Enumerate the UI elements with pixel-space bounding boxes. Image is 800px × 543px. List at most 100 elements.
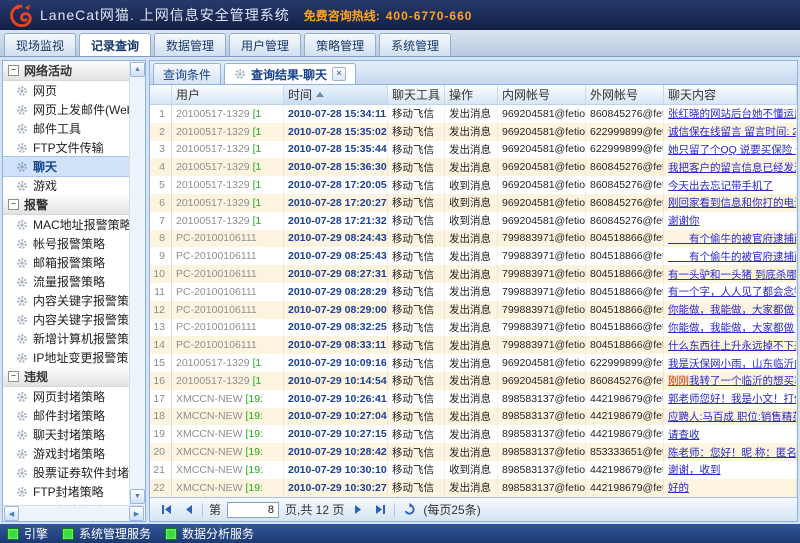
close-icon[interactable]: × [332, 67, 346, 81]
chat-content-link[interactable]: 什么东西往上升永远掉不下来？ 年龄 [668, 338, 797, 353]
chat-content-link[interactable]: 我把客户的留言信息已经发过去给她了 [668, 160, 797, 175]
collapse-icon[interactable]: − [8, 199, 19, 210]
chat-content-link[interactable]: 诚信保在线留言 留言时间: 2010-7-28 10:50:0 [668, 124, 797, 139]
last-page-button[interactable] [372, 502, 388, 518]
chat-content-link[interactable]: 今天出去忘记带手机了 [668, 178, 773, 193]
sidebar-item[interactable]: 流量报警策略 [3, 272, 129, 291]
sidebar-item[interactable]: 网页上发邮件(Web Mai [3, 100, 129, 119]
nav-tab[interactable]: 记录查询 [79, 33, 151, 56]
column-header-internal-account[interactable]: 内网帐号 [498, 85, 586, 104]
chat-content-cell[interactable]: 请查收 [664, 425, 797, 443]
table-row[interactable]: 21 XMCCN-NEW[19: 2010-07-29 10:30:10 移动飞… [150, 461, 797, 479]
next-page-button[interactable] [350, 502, 366, 518]
chat-content-cell[interactable]: 我是沃保网小雨，山东临沂的 某先生1386497 [664, 354, 797, 372]
sidebar-item[interactable]: 内容关键字报警策略.网 [3, 291, 129, 310]
chat-content-cell[interactable]: 刚刚我转了一个临沂的想买车险的客户给张红 [664, 372, 797, 390]
chat-content-link[interactable]: 我是沃保网小雨，山东临沂的 某先生1386497 [668, 356, 797, 371]
tab-query-conditions[interactable]: 查询条件 [153, 63, 221, 84]
table-row[interactable]: 8 PC-20100106111 2010-07-29 08:24:43 移动飞… [150, 230, 797, 248]
chat-content-cell[interactable]: 有个偷牛的被官府逮捕而上了枷锁。熟人! [664, 230, 797, 248]
table-row[interactable]: 4 20100517-1329[1 2010-07-28 15:36:30 移动… [150, 158, 797, 176]
chat-content-cell[interactable]: 她只留了个QQ 说要买保险 但是具体的您回去! [664, 141, 797, 159]
sidebar-item[interactable]: 聊天封堵策略 [3, 425, 129, 444]
table-row[interactable]: 10 PC-20100106111 2010-07-29 08:27:31 移动… [150, 265, 797, 283]
sidebar-item[interactable]: 聊天 [3, 157, 129, 176]
table-row[interactable]: 16 20100517-1329[1 2010-07-29 10:14:54 移… [150, 372, 797, 390]
page-number-input[interactable] [227, 502, 279, 518]
sidebar-item[interactable]: 游戏 [3, 176, 129, 195]
chat-content-cell[interactable]: 刚回家看到信息和你打的电话 [664, 194, 797, 212]
scroll-up-icon[interactable]: ▲ [130, 62, 145, 77]
chat-content-link[interactable]: 郭老师您好！我是小文！打你电话没有接，有 [668, 391, 797, 406]
column-header-chat-tool[interactable]: 聊天工具 [388, 85, 445, 104]
table-row[interactable]: 7 20100517-1329[1 2010-07-28 17:21:32 移动… [150, 212, 797, 230]
refresh-button[interactable] [401, 502, 417, 518]
column-header-chat-content[interactable]: 聊天内容 [664, 85, 797, 104]
chat-content-link[interactable]: 有一头驴和一头猪 到底杀哪一头？ 答案：杀猪 [668, 267, 797, 282]
table-row[interactable]: 12 PC-20100106111 2010-07-29 08:29:00 移动… [150, 301, 797, 319]
table-row[interactable]: 19 XMCCN-NEW[19: 2010-07-29 10:27:15 移动飞… [150, 425, 797, 443]
column-header-external-account[interactable]: 外网帐号 [586, 85, 664, 104]
sidebar-item[interactable]: FTP封堵策略 [3, 482, 129, 501]
chat-content-cell[interactable]: 有个偷牛的被官府逮捕而上了枷锁。熟人! [664, 247, 797, 265]
chat-content-cell[interactable]: 诚信保在线留言 留言时间: 2010-7-28 10:50:0 [664, 123, 797, 141]
chat-content-cell[interactable]: 张红晓的网站后台她不懂运用 这个您有空记得 [664, 105, 797, 123]
sidebar-item[interactable]: 帐号报警策略 [3, 234, 129, 253]
chat-content-cell[interactable]: 你能做，我能做，大家都做；一个人能做，两 [664, 319, 797, 337]
table-row[interactable]: 20 XMCCN-NEW[19: 2010-07-29 10:28:42 移动飞… [150, 443, 797, 461]
chat-content-cell[interactable]: 有一头驴和一头猪 到底杀哪一头？ 答案：杀猪 [664, 265, 797, 283]
chat-content-cell[interactable]: 应聘人:马百成 职位:销售精英 年龄:24 性别(0男 [664, 408, 797, 426]
scroll-down-icon[interactable]: ▼ [130, 489, 145, 504]
sidebar-item[interactable]: 股票证券软件封堵策略 [3, 463, 129, 482]
nav-tab[interactable]: 用户管理 [229, 33, 301, 56]
chat-content-cell[interactable]: 我把客户的留言信息已经发过去给她了 [664, 158, 797, 176]
table-row[interactable]: 6 20100517-1329[1 2010-07-28 17:20:27 移动… [150, 194, 797, 212]
table-row[interactable]: 15 20100517-1329[1 2010-07-29 10:09:16 移… [150, 354, 797, 372]
column-header-action[interactable]: 操作 [445, 85, 498, 104]
table-row[interactable]: 9 PC-20100106111 2010-07-29 08:25:43 移动飞… [150, 247, 797, 265]
sidebar-item[interactable]: 邮箱报警策略 [3, 253, 129, 272]
chat-content-cell[interactable]: 好的 [664, 479, 797, 497]
sidebar-item[interactable]: 游戏封堵策略 [3, 444, 129, 463]
table-row[interactable]: 18 XMCCN-NEW[19: 2010-07-29 10:27:04 移动飞… [150, 408, 797, 426]
chat-content-link[interactable]: 有个偷牛的被官府逮捕而上了枷锁。熟人! [668, 231, 797, 246]
chat-content-link[interactable]: 有一个字，人人见了都会念错。这是什么字？! [668, 284, 797, 299]
table-row[interactable]: 11 PC-20100106111 2010-07-29 08:28:29 移动… [150, 283, 797, 301]
sidebar-section-header-violation[interactable]: − 违规 [3, 367, 129, 387]
chat-content-link[interactable]: 谢谢，收到 [668, 462, 721, 477]
chat-content-cell[interactable]: 今天出去忘记带手机了 [664, 176, 797, 194]
sidebar-item[interactable]: 网页 [3, 81, 129, 100]
sidebar-section-header-alarm[interactable]: − 报警 [3, 195, 129, 215]
chat-content-link[interactable]: 谢谢你 [668, 213, 700, 228]
chat-content-cell[interactable]: 你能做，我能做，大家都做；一个人能做，两 [664, 301, 797, 319]
chat-content-cell[interactable]: 陈老师：您好！昵 称：匿名用户 类别：未知 [664, 443, 797, 461]
chat-content-cell[interactable]: 谢谢，收到 [664, 461, 797, 479]
chat-content-link[interactable]: 有个偷牛的被官府逮捕而上了枷锁。熟人! [668, 249, 797, 264]
sidebar-item[interactable]: 网页封堵策略 [3, 387, 129, 406]
collapse-icon[interactable]: − [8, 371, 19, 382]
table-row[interactable]: 17 XMCCN-NEW[19: 2010-07-29 10:26:41 移动飞… [150, 390, 797, 408]
sidebar-horizontal-scrollbar[interactable]: ◀ ▶ [3, 505, 145, 521]
table-row[interactable]: 5 20100517-1329[1 2010-07-28 17:20:05 移动… [150, 176, 797, 194]
tab-query-result-chat[interactable]: 查询结果-聊天 × [224, 63, 356, 84]
sidebar-item[interactable]: 邮件封堵策略 [3, 406, 129, 425]
chat-content-cell[interactable]: 什么东西往上升永远掉不下来？ 年龄 [664, 336, 797, 354]
chat-content-link[interactable]: 好的 [668, 480, 689, 495]
chat-content-link[interactable]: 她只留了个QQ 说要买保险 但是具体的您回去! [668, 142, 797, 157]
sidebar-item[interactable]: 内容关键字报警策略.邮 [3, 310, 129, 329]
prev-page-button[interactable] [180, 502, 196, 518]
column-header-user[interactable]: 用户 [172, 85, 284, 104]
sidebar-item[interactable]: FTP文件传输 [3, 138, 129, 157]
sidebar-item[interactable]: 邮件工具 [3, 119, 129, 138]
sidebar-vertical-scrollbar[interactable]: ▲ ▼ [129, 61, 145, 505]
first-page-button[interactable] [158, 502, 174, 518]
table-row[interactable]: 14 PC-20100106111 2010-07-29 08:33:11 移动… [150, 336, 797, 354]
sidebar-item[interactable]: IP地址变更报警策略 [3, 348, 129, 367]
nav-tab[interactable]: 数据管理 [154, 33, 226, 56]
scroll-right-icon[interactable]: ▶ [129, 506, 144, 521]
table-row[interactable]: 3 20100517-1329[1 2010-07-28 15:35:44 移动… [150, 141, 797, 159]
collapse-icon[interactable]: − [8, 65, 19, 76]
chat-content-link[interactable]: 你能做，我能做，大家都做；一个人能做，两 [668, 302, 797, 317]
table-row[interactable]: 13 PC-20100106111 2010-07-29 08:32:25 移动… [150, 319, 797, 337]
nav-tab[interactable]: 策略管理 [304, 33, 376, 56]
